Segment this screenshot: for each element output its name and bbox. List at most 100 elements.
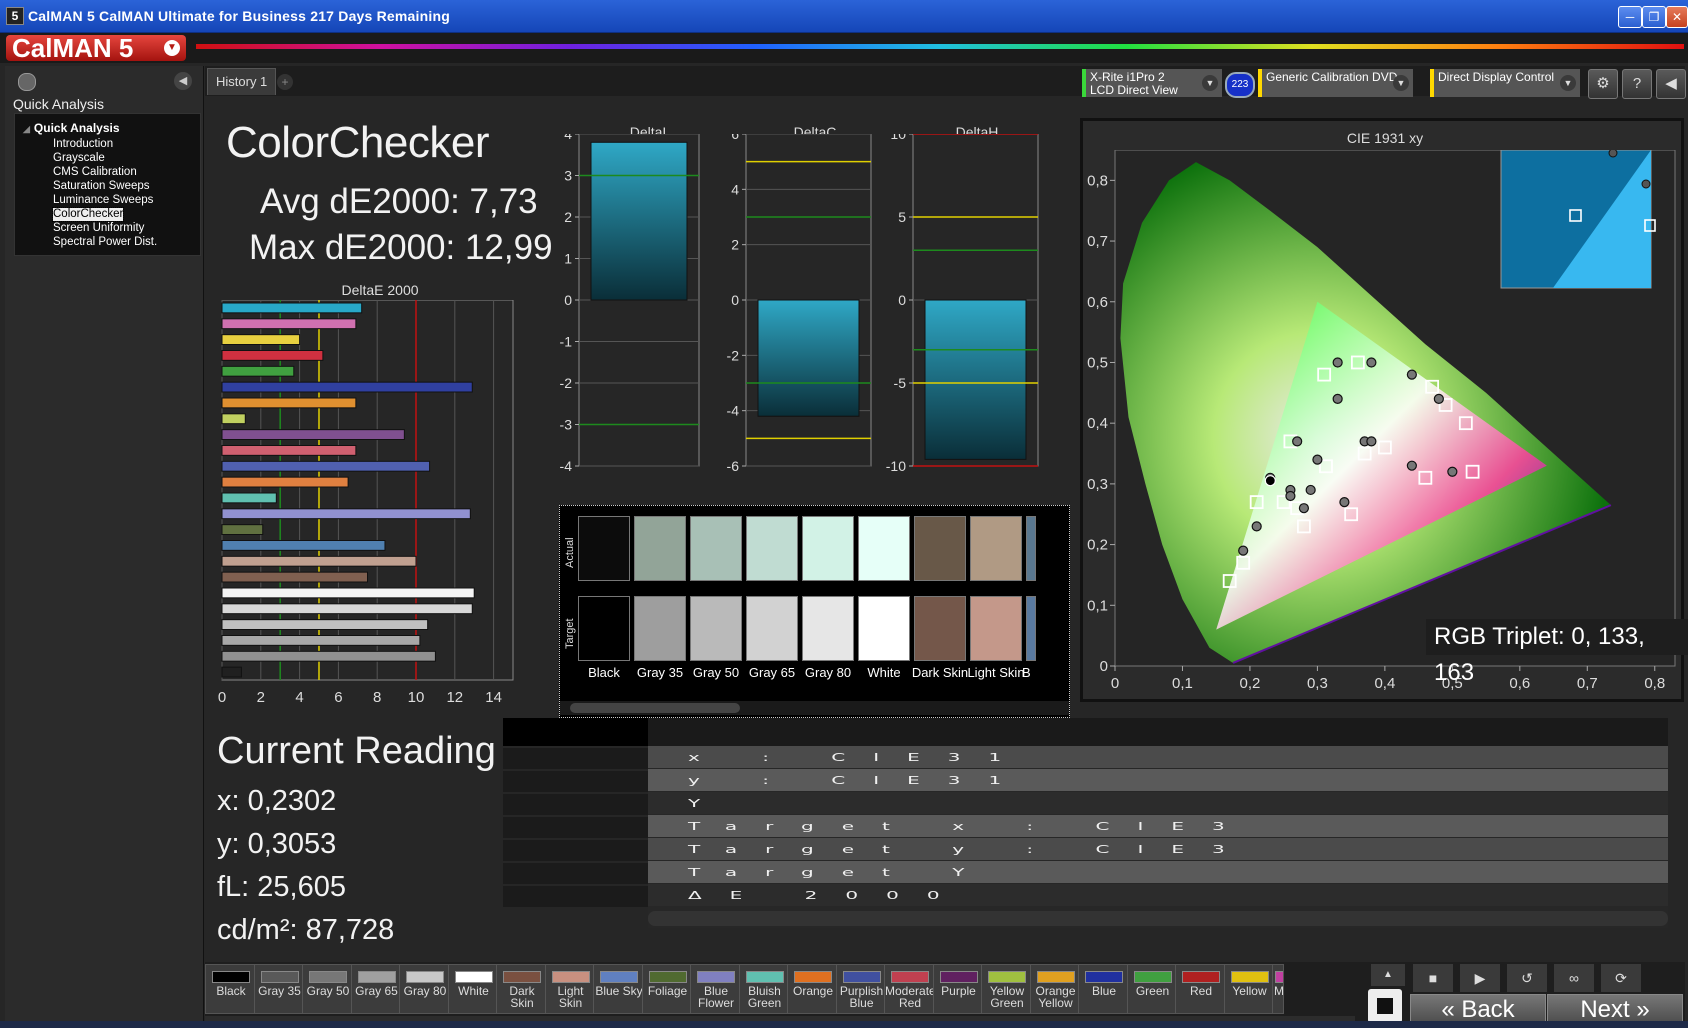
deltac-chart: 6 4 2 0 -2 -4 -6	[727, 134, 872, 474]
stop-big-button[interactable]	[1368, 989, 1402, 1023]
swatch-label: Purplish Blue	[839, 984, 884, 1010]
swatch-label: M	[1274, 984, 1284, 998]
maximize-button[interactable]: ❐	[1642, 6, 1666, 28]
continuous-read-button[interactable]: ∞	[1554, 964, 1594, 992]
record-icon[interactable]	[18, 73, 36, 91]
refresh-icon[interactable]: ⟳	[1601, 964, 1641, 992]
sidebar: ◀ Quick Analysis ◢ Quick Analysis Introdu…	[5, 66, 204, 1021]
add-tab-icon[interactable]: +	[277, 74, 293, 90]
source-selector[interactable]: Generic Calibration DVD ▼	[1258, 69, 1413, 97]
swatch-button[interactable]: Gray 65	[350, 964, 401, 1014]
deltae-bar	[221, 555, 417, 567]
swatch-color-chip	[503, 971, 541, 983]
swatch-button[interactable]: Yellow	[1223, 964, 1274, 1014]
collapse-arrow-icon[interactable]: ◀	[174, 72, 192, 90]
close-button[interactable]: ✕	[1666, 6, 1688, 28]
delta-tick-label: 3	[564, 168, 572, 184]
swatch-button[interactable]: Gray 35	[253, 964, 304, 1014]
avg-de2000: Avg dE2000: 7,73	[260, 182, 538, 221]
swatch-button[interactable]: Blue Flower	[690, 964, 740, 1014]
patch-name: Light Skin	[967, 665, 1025, 680]
swatch-button[interactable]: Bluish Green	[738, 964, 789, 1014]
patch-name: Gray 80	[804, 665, 852, 680]
swatch-label: Foliage	[647, 984, 688, 998]
read-series-button[interactable]: ↺	[1507, 964, 1547, 992]
swatch-label: Blue Sky	[595, 984, 643, 998]
cie-actual-marker	[1251, 521, 1262, 532]
swatch-button[interactable]: Green	[1126, 964, 1177, 1014]
actual-patch	[1026, 516, 1036, 581]
sidebar-item-colorchecker[interactable]: ColorChecker	[51, 207, 125, 222]
deltae-bar	[221, 635, 421, 646]
app-icon: 5	[6, 7, 24, 25]
swatch-button[interactable]: Orange	[787, 964, 837, 1014]
swatch-color-chip	[454, 971, 493, 983]
help-icon[interactable]: ?	[1622, 69, 1652, 99]
patch-name: B	[1022, 665, 1031, 680]
cie-y-tick-label: 0,5	[1087, 354, 1108, 371]
play-button[interactable]: ▶	[1460, 964, 1500, 992]
sidebar-item-cms-calibration[interactable]: CMS Calibration	[53, 166, 137, 179]
calman-logo[interactable]: CalMAN 5 ▼	[6, 35, 186, 61]
chevron-down-icon[interactable]: ▼	[1393, 75, 1409, 91]
swatch-button[interactable]: Purple	[932, 964, 983, 1014]
stop-button[interactable]: ■	[1413, 964, 1453, 992]
deltae-bar	[221, 460, 431, 472]
delta-tick-label: -1	[560, 334, 573, 350]
delta-tick-label: 4	[731, 181, 739, 197]
target-patch	[970, 596, 1022, 661]
swatch-button[interactable]: Dark Skin	[496, 964, 546, 1014]
swatch-button[interactable]: Gray 80	[399, 964, 449, 1014]
swatch-button[interactable]: Red	[1175, 964, 1225, 1014]
swatch-label: Dark Skin	[509, 984, 535, 1010]
swatch-button[interactable]: Orange Yellow	[1029, 964, 1080, 1014]
patch-scrollbar[interactable]	[560, 701, 1069, 715]
cie-actual-marker	[1433, 393, 1444, 404]
patch-name: White	[867, 665, 901, 680]
sidebar-item-screen-uniformity[interactable]: Screen Uniformity	[53, 222, 144, 235]
cie-inset-actual	[1641, 179, 1651, 189]
sidebar-item-introduction[interactable]: Introduction	[53, 138, 113, 151]
swatch-label: Blue Flower	[697, 984, 734, 1010]
table-scrollbar[interactable]	[648, 911, 1668, 926]
swatch-button[interactable]: Moderate Red	[884, 964, 936, 1014]
chevron-down-icon[interactable]: ▼	[164, 40, 180, 56]
swatch-color-chip	[1182, 971, 1220, 983]
page-title: ColorChecker	[226, 118, 489, 167]
sidebar-item-luminance-sweeps[interactable]: Luminance Sweeps	[53, 194, 153, 207]
target-patch	[914, 596, 966, 661]
cie-y-tick-label: 0,8	[1087, 172, 1108, 189]
swatch-button[interactable]: Blue	[1078, 964, 1128, 1014]
patch-scroll-thumb[interactable]	[570, 703, 740, 713]
swatch-button[interactable]: Light Skin	[544, 964, 595, 1014]
swatch-color-chip	[648, 971, 687, 983]
swatch-button[interactable]: M	[1272, 964, 1284, 1014]
table-row-text: x : CIE31	[688, 750, 1030, 764]
logo-text: CalMAN 5	[12, 33, 134, 63]
sidebar-item-spectral-power[interactable]: Spectral Power Dist.	[53, 236, 157, 249]
meter-selector[interactable]: X-Rite i1Pro 2 LCD Direct View ▼	[1082, 69, 1222, 97]
swatch-button[interactable]: White	[447, 964, 498, 1014]
sidebar-item-saturation-sweeps[interactable]: Saturation Sweeps	[53, 180, 150, 193]
rgb-triplet: RGB Triplet: 0, 133, 163	[1426, 619, 1688, 686]
minimize-button[interactable]: ─	[1618, 6, 1642, 28]
table-row-text: Target Y	[688, 865, 993, 879]
display-selector[interactable]: Direct Display Control ▼	[1430, 69, 1580, 97]
meter-badge[interactable]: 223	[1225, 72, 1255, 98]
up-arrow-icon[interactable]: ▲	[1371, 964, 1405, 986]
tab-history-1[interactable]: History 1	[207, 68, 277, 95]
deltae-bar	[221, 666, 242, 678]
chevron-down-icon[interactable]: ▼	[1560, 75, 1576, 91]
panel-arrow-icon[interactable]: ◀	[1656, 69, 1686, 99]
settings-gear-icon[interactable]: ⚙	[1588, 69, 1618, 99]
swatch-label: Red	[1189, 984, 1212, 998]
swatch-button[interactable]: Foliage	[641, 964, 692, 1014]
tree-root[interactable]: ◢ Quick Analysis	[23, 121, 120, 135]
swatch-button[interactable]: Yellow Green	[981, 964, 1031, 1014]
swatch-button[interactable]: Gray 50	[302, 964, 352, 1014]
swatch-button[interactable]: Blue Sky	[593, 964, 643, 1014]
sidebar-item-grayscale[interactable]: Grayscale	[53, 152, 105, 165]
swatch-button[interactable]: Purplish Blue	[835, 964, 886, 1014]
swatch-button[interactable]: Black	[205, 964, 255, 1014]
chevron-down-icon[interactable]: ▼	[1202, 75, 1218, 91]
